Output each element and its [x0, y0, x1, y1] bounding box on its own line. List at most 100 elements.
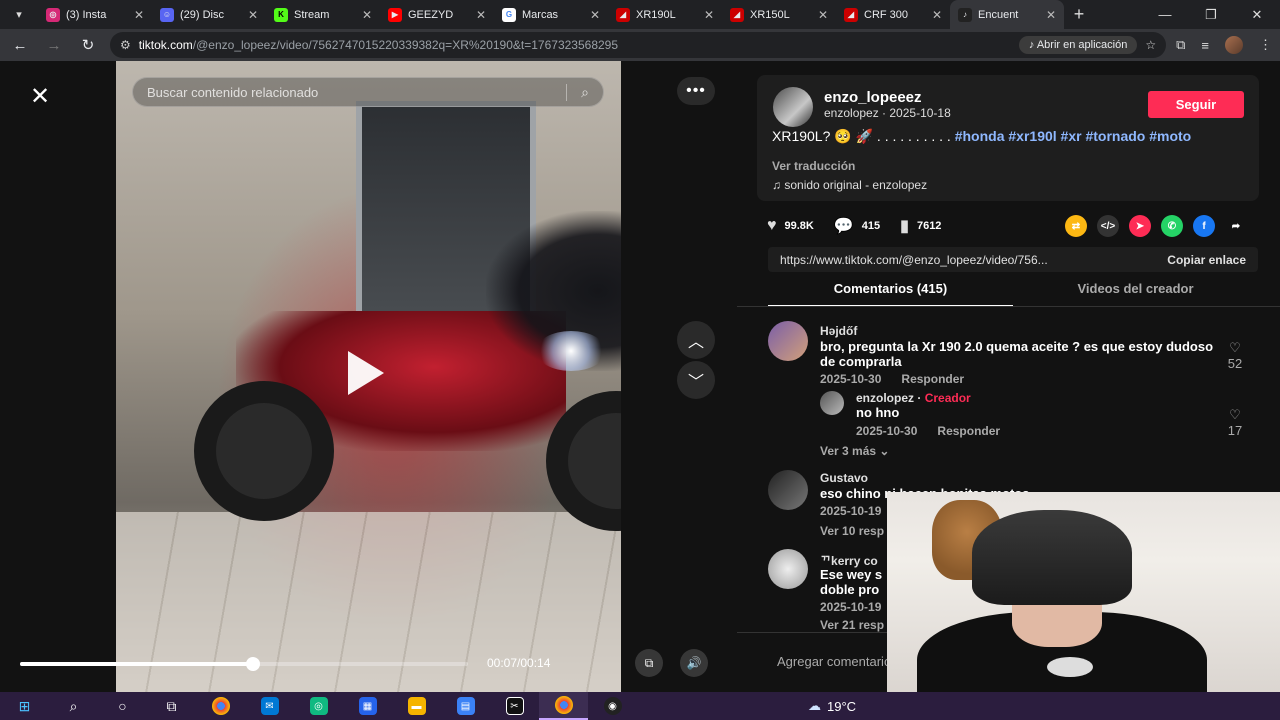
file-explorer-icon[interactable]: ▬	[392, 692, 441, 720]
friends-share-icon[interactable]: ⇄	[1065, 215, 1087, 237]
commenter-avatar[interactable]	[768, 470, 808, 510]
comment-date: 2025-10-19	[820, 600, 882, 614]
volume-icon[interactable]: 🔊	[680, 649, 708, 677]
close-tab-icon[interactable]: ✕	[476, 8, 486, 22]
related-search-input[interactable]: Buscar contenido relacionado ⌕	[132, 77, 604, 107]
follow-button[interactable]: Seguir	[1148, 91, 1244, 118]
whatsapp-icon[interactable]: ✆	[1161, 215, 1183, 237]
capcut-icon[interactable]: ✂	[490, 692, 539, 720]
video-progress-bar[interactable]	[20, 657, 468, 671]
search-icon[interactable]: ⌕	[566, 83, 589, 101]
share-arrow-icon[interactable]: ➦	[1225, 215, 1247, 237]
facebook-icon[interactable]: f	[1193, 215, 1215, 237]
tab-instagram[interactable]: ◎ (3) Insta ✕	[38, 0, 152, 29]
tab-search-chevron-icon[interactable]: ▾	[0, 0, 38, 29]
shirt-logo	[1047, 657, 1093, 677]
close-tab-icon[interactable]: ✕	[818, 8, 828, 22]
video-frame-headlight	[536, 331, 606, 371]
calendar-app-icon[interactable]: ▤	[441, 692, 490, 720]
tab-google[interactable]: G Marcas ✕	[494, 0, 608, 29]
obs-icon[interactable]: ◉	[588, 692, 637, 720]
close-tab-icon[interactable]: ✕	[1046, 8, 1056, 22]
chrome-active-icon[interactable]	[539, 692, 588, 720]
reply-username[interactable]: enzolopez · Creador	[856, 391, 971, 405]
open-in-app-button[interactable]: ♪ Abrir en aplicación	[1018, 36, 1138, 54]
creator-reply-avatar[interactable]	[820, 391, 844, 415]
windows-start-icon[interactable]: ⊞	[0, 692, 49, 720]
task-view-icon[interactable]: ⧉	[147, 692, 196, 720]
reply-like-button[interactable]: ♡ 17	[1223, 407, 1247, 438]
author-name[interactable]: enzo_lopeeez	[824, 89, 922, 106]
close-tab-icon[interactable]: ✕	[590, 8, 600, 22]
tab-xr190l[interactable]: ◢ XR190L ✕	[608, 0, 722, 29]
restore-icon[interactable]: ❐	[1188, 7, 1234, 23]
comment-like-button[interactable]: ♡ 52	[1223, 340, 1247, 371]
app-green-icon[interactable]: ◎	[294, 692, 343, 720]
bookmark-star-icon[interactable]: ☆	[1145, 38, 1156, 52]
comment-username[interactable]: Həjdőf	[820, 324, 857, 338]
url-path: /@enzo_lopeez/video/7562747015220339382q…	[192, 38, 619, 52]
more-options-icon[interactable]: •••	[677, 77, 715, 105]
video-frame-rear-wheel	[194, 381, 334, 521]
view-more-replies[interactable]: Ver 10 resp	[820, 524, 884, 538]
tab-creator-videos[interactable]: Videos del creador	[1013, 281, 1258, 307]
comment-username[interactable]: Gustavo	[820, 471, 868, 485]
send-icon[interactable]: ➤	[1129, 215, 1151, 237]
view-more-replies[interactable]: Ver 3 más ⌄	[820, 444, 889, 458]
profile-avatar[interactable]	[1225, 36, 1243, 54]
minimize-icon[interactable]: —	[1142, 7, 1188, 23]
tab-discord[interactable]: ☺ (29) Disc ✕	[152, 0, 266, 29]
comment-date: 2025-10-19	[820, 504, 882, 518]
commenter-avatar[interactable]	[768, 321, 808, 361]
sound-link[interactable]: ♫ sonido original - enzolopez	[772, 178, 927, 192]
store-icon[interactable]: ▦	[343, 692, 392, 720]
commenter-avatar[interactable]	[768, 549, 808, 589]
tab-tiktok-active[interactable]: ♪ Encuent ✕	[950, 0, 1064, 29]
close-tab-icon[interactable]: ✕	[362, 8, 372, 22]
close-tab-icon[interactable]: ✕	[932, 8, 942, 22]
play-icon[interactable]	[348, 351, 384, 395]
search-icon[interactable]: ⌕	[49, 692, 98, 720]
author-avatar[interactable]	[773, 87, 813, 127]
tab-youtube[interactable]: ▶ GEEZYD ✕	[380, 0, 494, 29]
close-video-icon[interactable]: ✕	[22, 79, 58, 115]
close-tab-icon[interactable]: ✕	[134, 8, 144, 22]
previous-video-icon[interactable]: ︿	[677, 321, 715, 359]
progress-knob[interactable]	[245, 657, 260, 671]
mail-icon[interactable]: ✉	[245, 692, 294, 720]
next-video-icon[interactable]: ﹀	[677, 361, 715, 399]
tab-crf300[interactable]: ◢ CRF 300 ✕	[836, 0, 950, 29]
chrome-icon[interactable]	[196, 692, 245, 720]
add-comment-input[interactable]: Agregar comentario	[777, 654, 891, 669]
reply-link[interactable]: Responder	[937, 424, 1000, 438]
back-arrow-icon[interactable]: ←	[8, 37, 32, 54]
copy-link-button[interactable]: Copiar enlace	[1167, 253, 1246, 267]
comment-button[interactable]: 💬 415	[834, 216, 880, 236]
save-button[interactable]: ▮ 7612	[900, 216, 941, 236]
tab-xr150l[interactable]: ◢ XR150L ✕	[722, 0, 836, 29]
see-translation-link[interactable]: Ver traducción	[772, 159, 855, 173]
close-tab-icon[interactable]: ✕	[248, 8, 258, 22]
url-field[interactable]: ⚙ tiktok.com/@enzo_lopeez/video/75627470…	[110, 32, 1167, 58]
site-info-icon[interactable]: ⚙	[120, 38, 131, 52]
close-window-icon[interactable]: ✕	[1234, 7, 1280, 23]
reload-icon[interactable]: ↻	[76, 36, 100, 54]
creator-badge: Creador	[924, 391, 971, 405]
new-tab-button[interactable]: +	[1064, 4, 1094, 25]
hashtags[interactable]: #honda #xr190l #xr #tornado #moto	[955, 128, 1192, 144]
view-more-replies[interactable]: Ver 21 resp	[820, 618, 884, 632]
like-button[interactable]: ♥ 99.8K	[767, 217, 814, 235]
embed-icon[interactable]: </>	[1097, 215, 1119, 237]
media-controls-icon[interactable]: ≡	[1201, 38, 1209, 53]
cortana-icon[interactable]: ○	[98, 692, 147, 720]
browser-menu-icon[interactable]: ⋮	[1259, 37, 1272, 53]
tab-comments[interactable]: Comentarios (415)	[768, 281, 1013, 307]
tab-kick-stream[interactable]: K Stream ✕	[266, 0, 380, 29]
window-controls: — ❐ ✕	[1142, 7, 1280, 23]
extensions-icon[interactable]: ⧉	[1176, 37, 1185, 53]
weather-widget[interactable]: ☁ 19°C	[808, 692, 856, 720]
forward-arrow-icon[interactable]: →	[42, 37, 66, 54]
reply-link[interactable]: Responder	[901, 372, 964, 386]
picture-in-picture-icon[interactable]: ⧉	[635, 649, 663, 677]
close-tab-icon[interactable]: ✕	[704, 8, 714, 22]
